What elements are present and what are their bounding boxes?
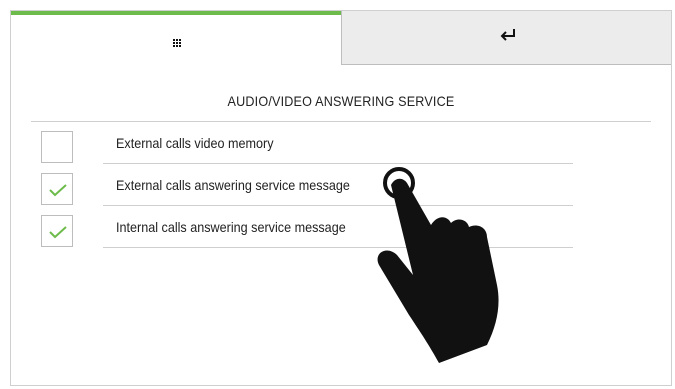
return-arrow-icon: [500, 29, 515, 41]
option-internal-answering-message[interactable]: Internal calls answering service message: [11, 206, 671, 248]
page-title: AUDIO/VIDEO ANSWERING SERVICE: [227, 93, 455, 109]
option-external-answering-message[interactable]: External calls answering service message: [11, 164, 671, 206]
checkbox-external-video-memory[interactable]: [41, 131, 73, 163]
tab-bar: [11, 11, 671, 65]
option-label: Internal calls answering service message: [116, 219, 346, 235]
check-icon: [49, 226, 67, 239]
option-label: External calls answering service message: [116, 177, 350, 193]
row-divider: [103, 247, 573, 248]
grid-icon: [173, 39, 181, 47]
tab-home[interactable]: [11, 11, 341, 65]
check-icon: [49, 184, 67, 197]
checkbox-external-answering-message[interactable]: [41, 173, 73, 205]
option-label: External calls video memory: [116, 135, 274, 151]
tab-back[interactable]: [341, 11, 671, 65]
option-external-video-memory[interactable]: External calls video memory: [11, 122, 671, 164]
checkbox-internal-answering-message[interactable]: [41, 215, 73, 247]
answering-service-screen: AUDIO/VIDEO ANSWERING SERVICE External c…: [10, 10, 672, 386]
